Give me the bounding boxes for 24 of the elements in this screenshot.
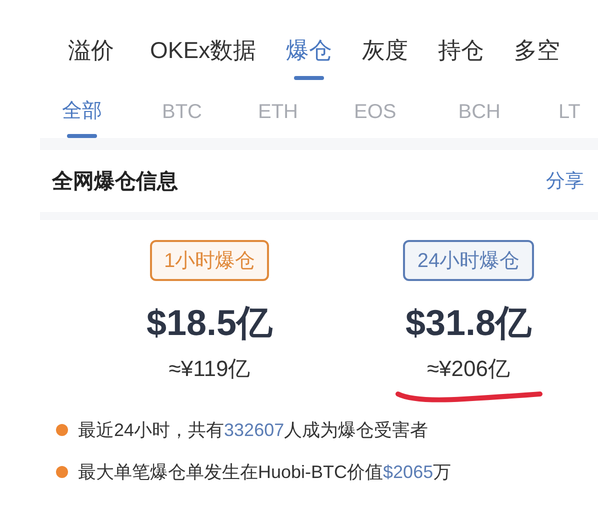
share-link[interactable]: 分享 [546, 168, 584, 194]
category-tab[interactable]: OKEx数据 [150, 35, 256, 80]
category-tab[interactable]: 灰度 [362, 35, 408, 80]
coin-tab[interactable]: LT [558, 101, 580, 138]
category-tab[interactable]: 多空 [514, 35, 560, 80]
bullet-icon [56, 424, 68, 436]
cny-amount: ≈¥206亿 [426, 355, 510, 383]
period-badge: 1小时爆仓 [150, 240, 270, 281]
cny-amount: ≈¥119亿 [168, 355, 250, 383]
bullet-icon [56, 466, 68, 478]
usd-amount: $18.5亿 [146, 301, 273, 345]
coin-tab[interactable]: 全部 [62, 97, 102, 138]
fact-text: 最近24小时，共有332607人成为爆仓受害者 [78, 419, 428, 442]
usd-amount: $31.8亿 [405, 301, 532, 345]
category-tab[interactable]: 溢价 [68, 35, 114, 80]
category-tab[interactable]: 持仓 [438, 35, 484, 80]
section-title: 全网爆仓信息 [52, 169, 178, 195]
category-tab[interactable]: 爆仓 [286, 35, 332, 80]
coin-tab[interactable]: BCH [458, 101, 500, 138]
fact-text: 最大单笔爆仓单发生在Huobi-BTC价值$2065万 [78, 461, 452, 484]
coin-tab[interactable]: EOS [354, 101, 396, 138]
coin-tab[interactable]: BTC [162, 101, 202, 138]
period-badge: 24小时爆仓 [403, 240, 534, 281]
coin-tab[interactable]: ETH [258, 101, 298, 138]
